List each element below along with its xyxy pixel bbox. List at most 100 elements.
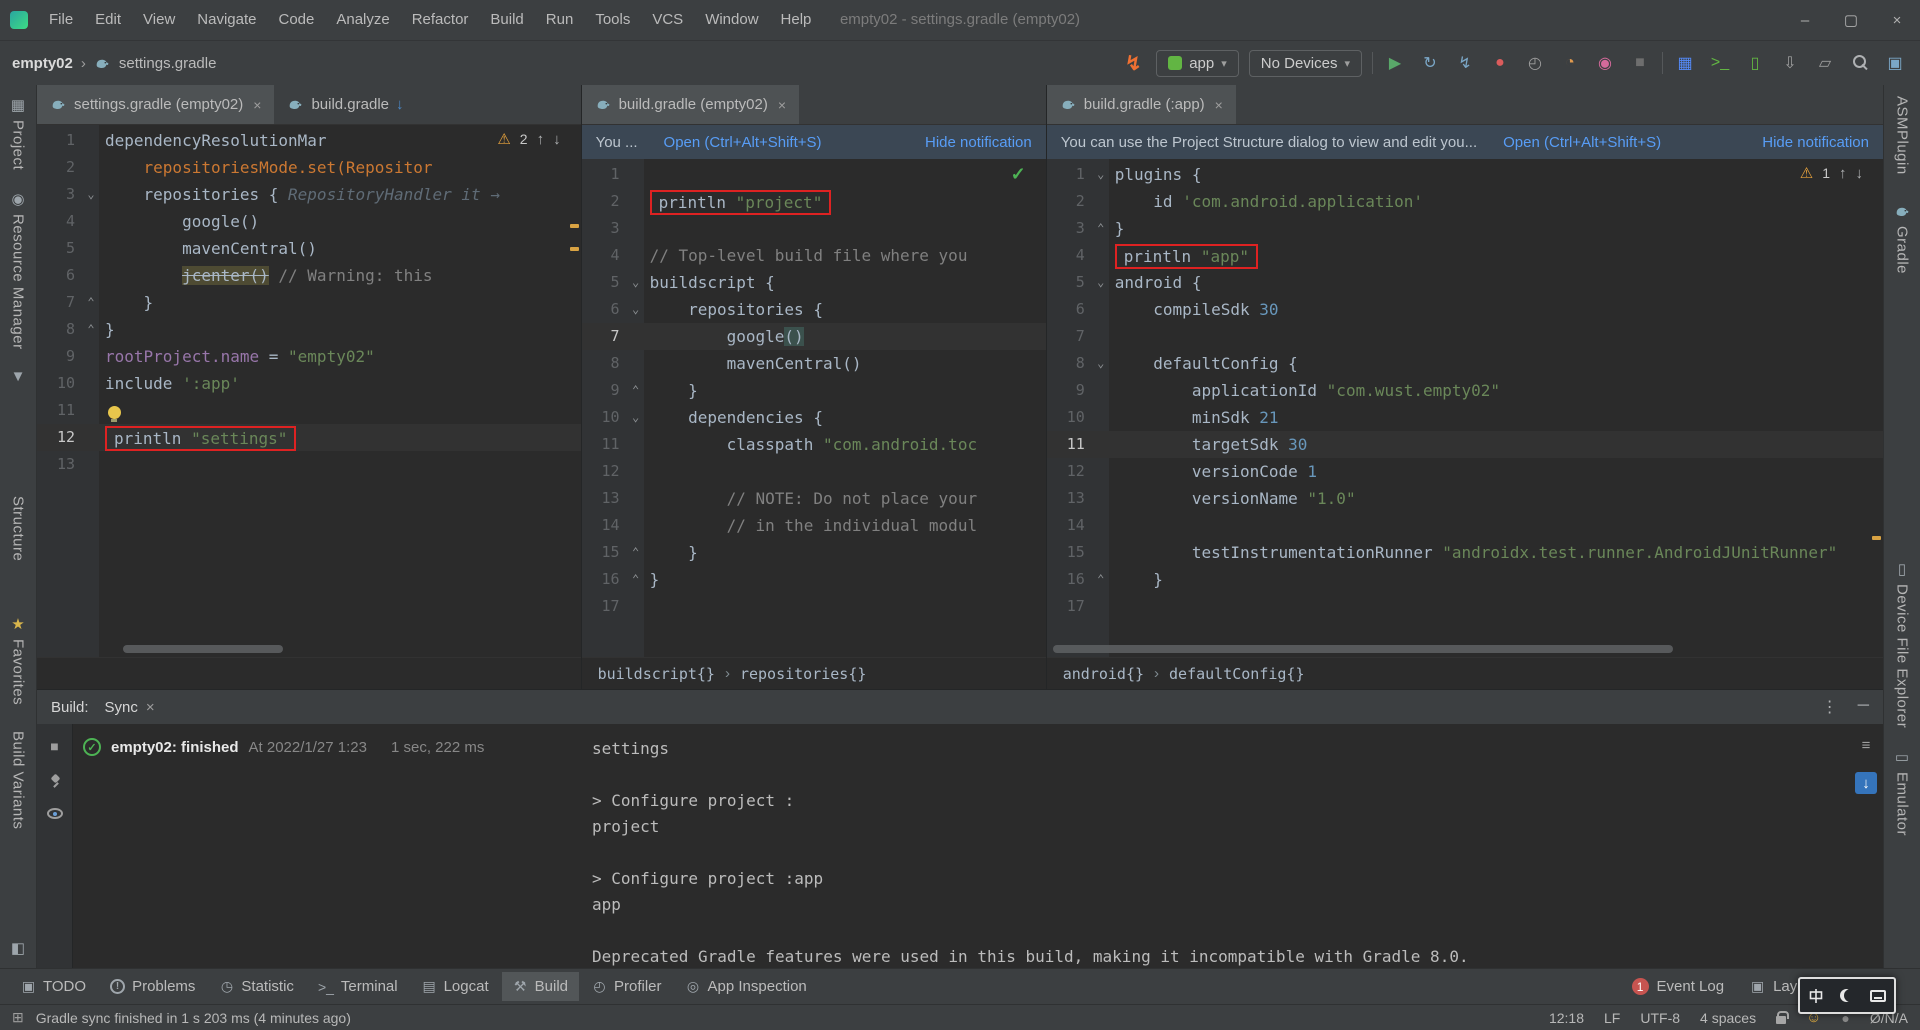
tool-favorites[interactable]: Favorites [10, 639, 27, 705]
code-line[interactable]: 5 ⌄ android { [1047, 269, 1883, 296]
menu-build[interactable]: Build [479, 0, 534, 40]
open-project-structure-link[interactable]: Open (Ctrl+Alt+Shift+S) [664, 134, 822, 151]
menu-window[interactable]: Window [694, 0, 769, 40]
code-line[interactable]: 2 id 'com.android.application' [1047, 188, 1883, 215]
tab-build-gradle-app-[interactable]: build.gradle (:app) × [1046, 85, 1236, 124]
next-warning-icon[interactable]: ↓ [553, 131, 561, 148]
gradle-icon[interactable] [1894, 203, 1911, 220]
menu-vcs[interactable]: VCS [641, 0, 694, 40]
code-line[interactable]: 16 ⌃ } [1047, 566, 1883, 593]
tool-resource-manager[interactable]: Resource Manager [10, 214, 27, 350]
code-editor[interactable]: 1 2 println "project" 3 4// Top-level build … [581, 159, 1046, 657]
fold-marker[interactable]: ⌄ [1093, 269, 1109, 296]
resource-manager-icon[interactable]: ◉ [11, 190, 24, 208]
code-line[interactable]: 17 [1047, 593, 1883, 620]
close-tab-icon[interactable]: × [146, 699, 155, 716]
eye-icon[interactable] [46, 808, 63, 819]
device-manager-icon[interactable]: ▱ [1812, 50, 1838, 76]
avd-manager-icon[interactable]: ▯ [1742, 50, 1768, 76]
ime-keyboard-icon[interactable] [1869, 989, 1886, 1002]
search-everywhere-icon[interactable] [1847, 50, 1873, 76]
breadcrumb-file[interactable]: settings.gradle [119, 55, 217, 72]
tab-settings-gradle-empty02-[interactable]: settings.gradle (empty02) × [37, 85, 275, 124]
profile-app-icon[interactable]: ◉ [1592, 50, 1618, 76]
breadcrumb-project[interactable]: empty02 [12, 55, 73, 72]
fold-marker[interactable]: ⌄ [1093, 161, 1109, 188]
tool-button-todo[interactable]: ▣ TODO [10, 972, 97, 1001]
soft-wrap-icon[interactable]: ≡ [1855, 734, 1877, 756]
minimize-button[interactable]: – [1782, 0, 1828, 40]
line-separator-indicator[interactable]: LF [1604, 1010, 1620, 1026]
tool-asmplugin[interactable]: ASMPlugin [1894, 96, 1911, 175]
encoding-indicator[interactable]: UTF-8 [1640, 1010, 1680, 1026]
code-line[interactable]: 14 // in the individual modul [582, 512, 1046, 539]
code-line[interactable]: 9 rootProject.name = "empty02" [37, 343, 581, 370]
fold-marker[interactable]: ⌃ [628, 539, 644, 566]
build-output-console[interactable]: settings > Configure project : project > … [578, 724, 1849, 968]
code-line[interactable]: 13 // NOTE: Do not place your [582, 485, 1046, 512]
breadcrumb-item[interactable]: buildscript{} [598, 665, 715, 683]
code-line[interactable]: 4 println "app" [1047, 242, 1883, 269]
menu-help[interactable]: Help [770, 0, 823, 40]
code-line[interactable]: 12 println "settings" [37, 424, 581, 451]
menu-run[interactable]: Run [535, 0, 585, 40]
hide-notification-link[interactable]: Hide notification [925, 134, 1032, 151]
code-line[interactable]: 10 include ':app' [37, 370, 581, 397]
menu-analyze[interactable]: Analyze [325, 0, 400, 40]
debug-icon[interactable]: ● [1487, 50, 1513, 76]
horizontal-scrollbar[interactable] [1052, 645, 1673, 653]
tool-button-profiler[interactable]: ◴ Profiler [581, 972, 673, 1001]
inspection-widget[interactable]: ⚠ 1 ↑ ↓ [1800, 164, 1863, 183]
device-file-explorer-icon[interactable]: ▯ [1898, 560, 1906, 578]
sdk-manager-icon[interactable]: ⇩ [1777, 50, 1803, 76]
code-line[interactable]: 10 minSdk 21 [1047, 404, 1883, 431]
tool-window-layout-icon[interactable]: ◧ [11, 939, 25, 957]
hide-notification-link[interactable]: Hide notification [1762, 134, 1869, 151]
event-log-button[interactable]: 1 Event Log [1631, 978, 1724, 995]
fold-marker[interactable]: ⌃ [628, 377, 644, 404]
hide-panel-icon[interactable]: ─ [1858, 697, 1869, 717]
code-line[interactable]: 1 ⌄ plugins { [1047, 161, 1883, 188]
code-line[interactable]: 16 ⌃} [582, 566, 1046, 593]
run-config-dropdown[interactable]: app ▾ [1156, 49, 1239, 77]
tool-project[interactable]: Project [10, 120, 27, 170]
attach-debugger-icon[interactable]: ◴ [1522, 50, 1548, 76]
tab-build-gradle-empty02-[interactable]: build.gradle (empty02) × [581, 85, 799, 124]
code-editor[interactable]: 1 dependencyResolutionMar 2 repositoriesMo… [37, 125, 581, 657]
menu-edit[interactable]: Edit [84, 0, 132, 40]
build-result-row[interactable]: ✓ empty02: finished At 2022/1/27 1:23 1 … [83, 738, 568, 756]
menu-tools[interactable]: Tools [584, 0, 641, 40]
code-line[interactable]: 8 ⌄ defaultConfig { [1047, 350, 1883, 377]
close-tab-icon[interactable]: × [778, 97, 786, 113]
fold-marker[interactable]: ⌃ [1093, 215, 1109, 242]
code-editor[interactable]: 1 ⌄ plugins {2 id 'com.android.application… [1046, 159, 1883, 657]
emulator-icon[interactable]: ▭ [1895, 748, 1909, 766]
tool-build-variants[interactable]: Build Variants [10, 731, 27, 829]
tool-structure[interactable]: Structure [10, 496, 27, 561]
tool-emulator[interactable]: Emulator [1894, 772, 1911, 836]
code-line[interactable]: 7 ⌃ } [37, 289, 581, 316]
breadcrumb-item[interactable]: repositories{} [740, 665, 866, 683]
code-line[interactable]: 13 [37, 451, 581, 478]
fold-marker[interactable]: ⌄ [628, 404, 644, 431]
stop-icon[interactable]: ■ [1627, 50, 1653, 76]
ime-chinese-mode-icon[interactable] [1808, 988, 1824, 1004]
indent-indicator[interactable]: 4 spaces [1700, 1010, 1756, 1026]
next-warning-icon[interactable]: ↓ [1855, 165, 1863, 182]
code-line[interactable]: 4 // Top-level build file where you [582, 242, 1046, 269]
lock-icon[interactable] [1776, 1010, 1790, 1024]
fold-marker[interactable]: ⌃ [83, 316, 99, 343]
code-line[interactable]: 2 repositoriesMode.set(Repositor [37, 154, 581, 181]
fold-marker[interactable]: ⌃ [628, 566, 644, 593]
code-line[interactable]: 8 mavenCentral() [582, 350, 1046, 377]
code-line[interactable]: 17 [582, 593, 1046, 620]
logcat-icon[interactable]: >_ [1707, 50, 1733, 76]
prev-warning-icon[interactable]: ↑ [1839, 165, 1847, 182]
more-options-icon[interactable]: ⋮ [1822, 697, 1838, 717]
pin-icon[interactable] [48, 774, 62, 788]
ime-toolbar[interactable] [1798, 977, 1896, 1014]
project-tool-icon[interactable]: ▦ [11, 96, 25, 114]
code-line[interactable]: 5 ⌄ buildscript { [582, 269, 1046, 296]
menu-navigate[interactable]: Navigate [186, 0, 267, 40]
code-line[interactable]: 10 ⌄ dependencies { [582, 404, 1046, 431]
